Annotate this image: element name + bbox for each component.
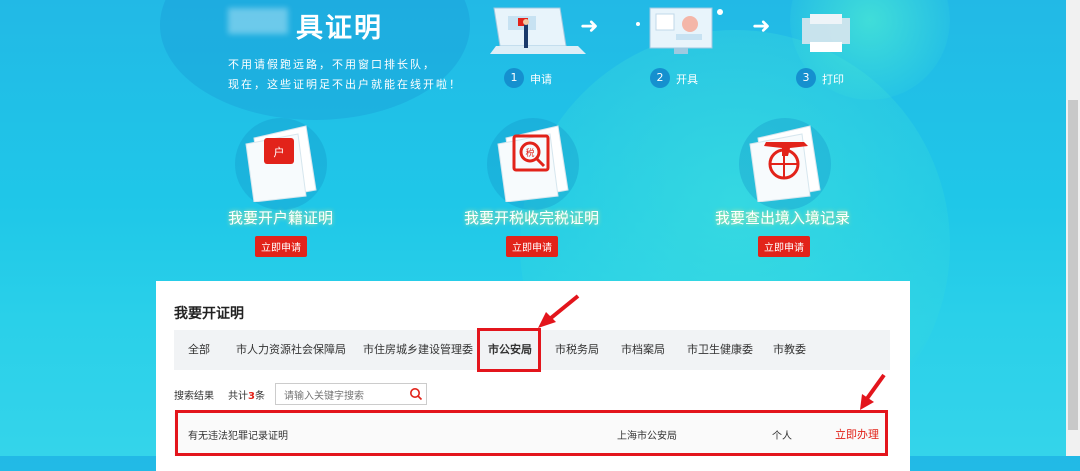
step-label: 打印 (822, 73, 844, 86)
hero-desc-line2: 现在，这些证明足不出户就能在线开啦！ (228, 78, 462, 91)
hero-title: 具证明 (296, 13, 383, 44)
tax-icon-text: 税 (525, 147, 534, 159)
search-box (275, 383, 427, 406)
scrollbar-thumb[interactable] (1068, 100, 1078, 430)
tab-education[interactable]: 市教委 (773, 330, 806, 370)
panel-title: 我要开证明 (174, 306, 244, 322)
tab-archives[interactable]: 市档案局 (621, 330, 665, 370)
card-title: 我要开户籍证明 (228, 209, 334, 227)
tab-housing[interactable]: 市住房城乡建设管理委 (363, 330, 473, 370)
step-label: 开具 (676, 73, 698, 86)
step-number: 2 (650, 68, 670, 88)
airplane-globe-icon (749, 125, 821, 202)
highlight-frame-row (175, 410, 888, 456)
tax-certificate-icon: 税 (497, 125, 569, 202)
annotation-arrow-icon (538, 294, 580, 328)
monitor-issue-illustration (636, 7, 723, 54)
printer-illustration (802, 14, 850, 52)
tab-hrss[interactable]: 市人力资源社会保障局 (236, 330, 346, 370)
hero-desc-line1: 不用请假跑远路，不用窗口排长队， (228, 58, 436, 71)
step-number: 1 (504, 68, 524, 88)
card-title: 我要开税收完税证明 (464, 209, 600, 227)
blurred-logo (228, 8, 288, 34)
count-suffix: 条 (254, 391, 265, 402)
household-register-icon: 户 (245, 125, 317, 202)
laptop-apply-illustration (490, 7, 586, 54)
household-icon-text: 户 (274, 145, 285, 159)
apply-button[interactable]: 立即申请 (758, 236, 810, 257)
annotation-arrow-icon (860, 373, 886, 410)
step-number: 3 (796, 68, 816, 88)
search-input[interactable] (276, 387, 404, 406)
count-value: 3 (248, 391, 255, 402)
card-title: 我要查出境入境记录 (715, 209, 851, 227)
arrow-right-icon: ➜ (580, 14, 599, 39)
count-prefix: 共计 (228, 391, 248, 402)
tab-all[interactable]: 全部 (188, 330, 210, 370)
tab-tax[interactable]: 市税务局 (555, 330, 599, 370)
result-count: 共计3条 (228, 387, 265, 402)
search-icon[interactable] (409, 387, 423, 401)
search-result-label: 搜索结果 (174, 391, 214, 402)
highlight-frame-tab (477, 328, 541, 372)
step-label: 申请 (530, 73, 552, 86)
tab-health[interactable]: 市卫生健康委 (687, 330, 753, 370)
apply-button[interactable]: 立即申请 (506, 236, 558, 257)
arrow-right-icon: ➜ (752, 14, 771, 39)
apply-button[interactable]: 立即申请 (255, 236, 307, 257)
